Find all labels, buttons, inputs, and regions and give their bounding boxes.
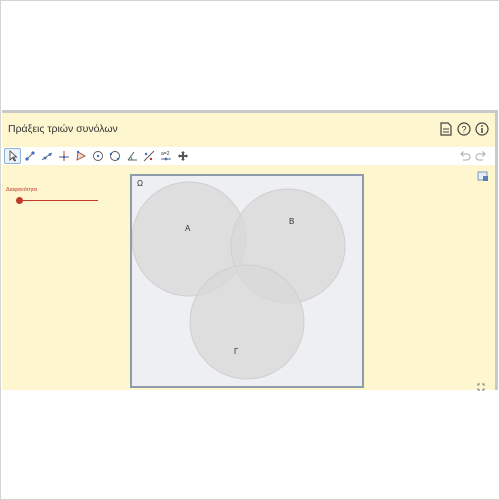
graphics-style-icon[interactable] <box>477 169 489 181</box>
venn-diagram: A B Γ <box>132 181 346 380</box>
angle-tool-icon[interactable] <box>123 148 140 164</box>
set-c-circle <box>189 264 305 380</box>
reflect-tool-icon[interactable] <box>140 148 157 164</box>
document-icon[interactable] <box>439 122 453 136</box>
title-bar: Πράξεις τριών συνόλων ? <box>2 113 495 145</box>
toolbar: a=2 <box>2 147 495 165</box>
algebra-view: Διαφανότητα <box>2 167 128 387</box>
circle-arc-tool-icon[interactable] <box>106 148 123 164</box>
set-a-label: A <box>185 224 191 233</box>
svg-text:a=2: a=2 <box>161 151 170 157</box>
info-icon[interactable] <box>475 122 489 136</box>
circle-tool-icon[interactable] <box>89 148 106 164</box>
move-view-tool-icon[interactable] <box>174 148 191 164</box>
title-icons: ? <box>439 122 489 136</box>
move-tool-icon[interactable] <box>4 148 21 164</box>
line-tool-icon[interactable] <box>38 148 55 164</box>
slider-handle[interactable] <box>16 197 23 204</box>
slider-track[interactable] <box>20 200 98 201</box>
universe-label: Ω <box>137 179 143 188</box>
redo-icon[interactable] <box>475 148 487 166</box>
help-icon[interactable]: ? <box>457 122 471 136</box>
svg-text:?: ? <box>461 125 466 135</box>
geogebra-applet: Πράξεις τριών συνόλων ? a=2 Διαφανότητα … <box>2 110 498 391</box>
undo-redo-group <box>459 148 487 166</box>
graphics-view[interactable]: A B Γ Ω <box>130 174 364 388</box>
set-b-label: B <box>289 217 294 226</box>
perpendicular-tool-icon[interactable] <box>55 148 72 164</box>
undo-icon[interactable] <box>459 148 471 166</box>
slider-label: Διαφανότητα <box>6 187 38 193</box>
set-c-label: Γ <box>234 347 239 356</box>
point-tool-icon[interactable] <box>21 148 38 164</box>
polygon-tool-icon[interactable] <box>72 148 89 164</box>
fullscreen-icon[interactable] <box>477 378 485 391</box>
slider-tool-icon[interactable]: a=2 <box>157 148 174 164</box>
applet-title: Πράξεις τριών συνόλων <box>8 123 118 135</box>
